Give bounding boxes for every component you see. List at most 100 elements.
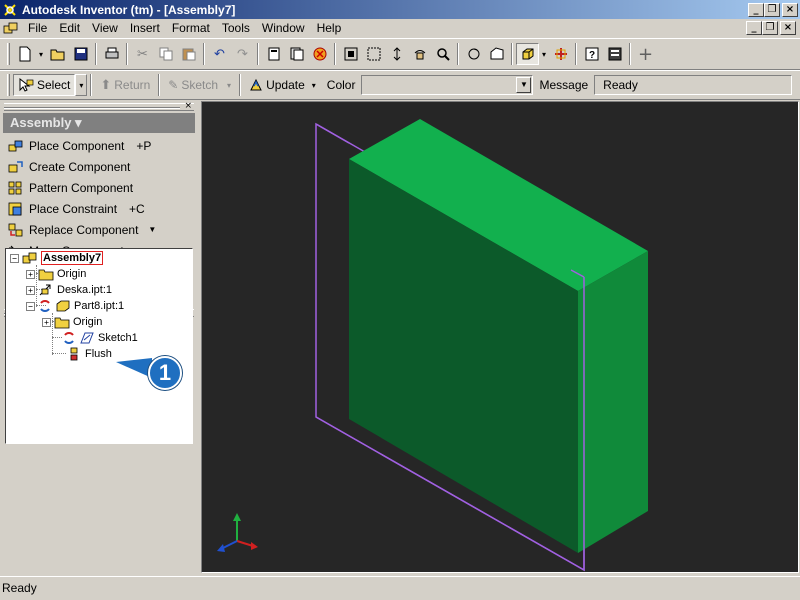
ground-plane-icon[interactable] [549, 43, 572, 65]
menu-insert[interactable]: Insert [124, 19, 166, 37]
folder-icon [38, 267, 54, 281]
display-mode-dropdown-icon[interactable]: ▾ [539, 43, 549, 65]
command-replace-component[interactable]: Replace Component ▼ [0, 219, 198, 240]
message-label: Message [539, 78, 589, 92]
folder-icon [54, 315, 70, 329]
command-shortcut: +C [129, 201, 145, 216]
command-create-component[interactable]: Create Component [0, 156, 198, 177]
menu-view[interactable]: View [86, 19, 124, 37]
rotate-icon[interactable] [462, 43, 485, 65]
menu-file[interactable]: File [22, 19, 53, 37]
select-dropdown-icon[interactable]: ▾ [75, 74, 88, 96]
look-at-icon[interactable] [485, 43, 508, 65]
command-shortcut: +P [136, 138, 152, 153]
minimize-button[interactable]: _ [748, 2, 764, 17]
command-place-component[interactable]: Place Component +P [0, 135, 198, 156]
menu-tools[interactable]: Tools [216, 19, 256, 37]
properties-icon[interactable] [603, 43, 626, 65]
print-icon[interactable] [100, 43, 123, 65]
undo-icon[interactable]: ↶ [208, 43, 231, 65]
return-label: Return [114, 78, 151, 92]
add-icon[interactable]: + [634, 43, 657, 65]
toolbar-grip[interactable] [7, 43, 10, 65]
new-icon[interactable] [13, 43, 36, 65]
copy-design-icon[interactable] [285, 43, 308, 65]
cut-icon[interactable]: ✂ [131, 43, 154, 65]
coordinate-triad-icon [217, 513, 258, 552]
command-label: Create Component [29, 159, 131, 174]
display-mode-icon[interactable] [516, 43, 539, 65]
command-label: Pattern Component [29, 180, 134, 195]
zoom-all-icon[interactable] [339, 43, 362, 65]
title-bar: Autodesk Inventor (tm) - [Assembly7] _ ❐… [0, 0, 800, 19]
pan-icon[interactable] [408, 43, 431, 65]
panel-grip[interactable]: × [4, 101, 194, 111]
select-icon [19, 78, 34, 92]
color-select[interactable]: ▼ [361, 75, 534, 95]
menu-help[interactable]: Help [311, 19, 348, 37]
select-button[interactable]: Select [13, 74, 76, 96]
expand-icon[interactable]: + [42, 317, 51, 327]
menu-format[interactable]: Format [166, 19, 216, 37]
expand-icon[interactable]: + [26, 285, 35, 295]
zoom-icon[interactable] [385, 43, 408, 65]
part-side-face[interactable] [578, 251, 648, 553]
document-icon[interactable] [2, 20, 20, 36]
assembly-icon [22, 251, 38, 265]
menu-edit[interactable]: Edit [53, 19, 86, 37]
tree-node-flush[interactable]: Flush [66, 346, 112, 362]
update-button[interactable]: Update ▾ [244, 74, 321, 96]
constraint-icon [8, 201, 24, 217]
graphics-viewport[interactable] [201, 101, 799, 573]
tree-label: Origin [57, 268, 87, 280]
menu-bar: File Edit View Insert Format Tools Windo… [0, 19, 800, 37]
doc-restore-button[interactable]: ❐ [762, 21, 778, 35]
sketch-dropdown-icon[interactable]: ▾ [227, 81, 231, 90]
paste-icon[interactable] [177, 43, 200, 65]
doc-minimize-button[interactable]: _ [746, 21, 762, 35]
zoom-selected-icon[interactable] [431, 43, 454, 65]
copy-icon[interactable] [154, 43, 177, 65]
message-field: Ready [594, 75, 793, 95]
command-label: Place Constraint [29, 201, 118, 216]
grounded-part-icon [38, 283, 54, 297]
model-view [217, 119, 648, 572]
calculator-icon[interactable] [262, 43, 285, 65]
restore-button[interactable]: ❐ [764, 2, 780, 17]
tree-node-origin[interactable]: + Origin [26, 266, 86, 282]
collapse-icon[interactable]: − [26, 301, 35, 311]
stop-icon[interactable] [308, 43, 331, 65]
sketch-button[interactable]: ✎ Sketch ▾ [163, 74, 236, 96]
command-place-constraint[interactable]: Place Constraint +C [0, 198, 198, 219]
new-dropdown-icon[interactable]: ▾ [36, 43, 46, 65]
update-dropdown-icon[interactable]: ▾ [312, 81, 316, 90]
doc-close-button[interactable]: × [780, 21, 796, 35]
return-button[interactable]: ⬆ Return [95, 74, 155, 96]
open-icon[interactable] [46, 43, 69, 65]
tree-node-part8-origin[interactable]: + Origin [42, 314, 102, 330]
tree-label: Sketch1 [98, 332, 138, 344]
toolbar-grip[interactable] [7, 74, 10, 96]
tree-node-part8[interactable]: − Part8.ipt:1 [26, 298, 124, 314]
redo-icon[interactable]: ↷ [231, 43, 254, 65]
close-button[interactable]: × [782, 2, 798, 17]
panel-close-icon[interactable]: × [184, 101, 192, 111]
tree-node-deska[interactable]: + Deska.ipt:1 [26, 282, 112, 298]
tree-node-sketch1[interactable]: Sketch1 [62, 330, 138, 346]
panel-header[interactable]: Assembly ▾ [3, 113, 195, 133]
save-icon[interactable] [69, 43, 92, 65]
command-dropdown-icon[interactable]: ▼ [148, 225, 156, 234]
help-icon[interactable]: ? [580, 43, 603, 65]
replace-component-icon [8, 222, 24, 238]
collapse-icon[interactable]: − [10, 253, 19, 263]
zoom-window-icon[interactable] [362, 43, 385, 65]
expand-icon[interactable]: + [26, 269, 35, 279]
inventor-app-icon[interactable] [2, 2, 18, 18]
tree-node-assembly-root[interactable]: − Assembly7 [10, 250, 104, 266]
update-icon [250, 78, 262, 91]
menu-window[interactable]: Window [256, 19, 311, 37]
color-dropdown-icon[interactable]: ▼ [516, 77, 532, 93]
command-pattern-component[interactable]: Pattern Component [0, 177, 198, 198]
color-label: Color [326, 78, 356, 92]
part-icon [55, 299, 71, 313]
